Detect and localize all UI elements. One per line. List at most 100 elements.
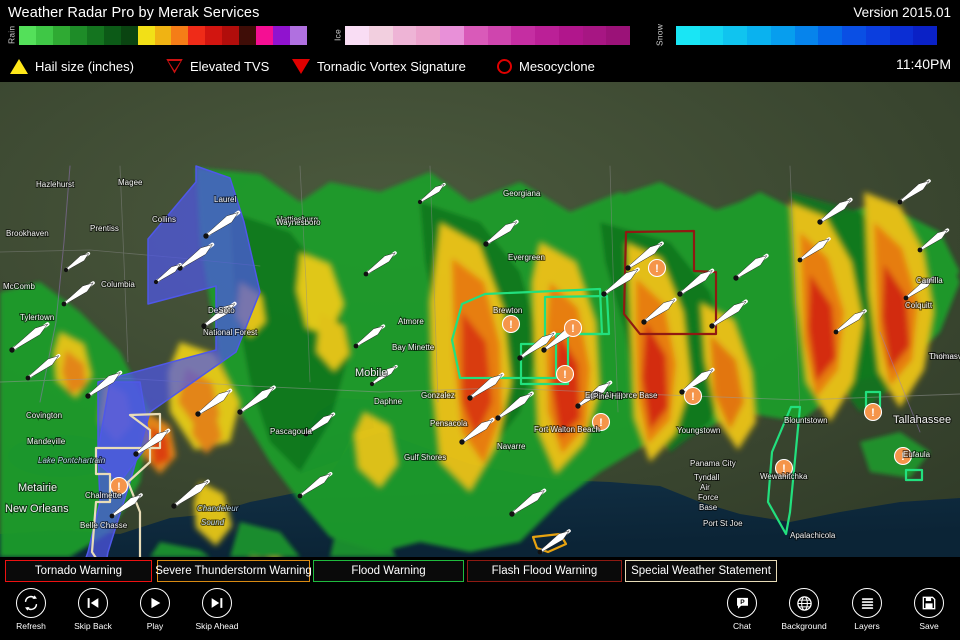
map-city-label: Atmore <box>398 317 424 326</box>
map-city-label: Pascagoula <box>270 427 312 436</box>
color-swatch <box>842 26 866 45</box>
triangle-down-outline-icon <box>166 59 183 74</box>
color-swatch <box>463 26 488 45</box>
play-icon <box>140 588 170 618</box>
svg-text:P: P <box>740 599 745 606</box>
chat-button[interactable]: P Chat <box>713 588 771 638</box>
snow-scale-bar <box>676 26 938 45</box>
flash-flood-warning-button[interactable]: Flash Flood Warning <box>467 560 622 582</box>
color-swatch <box>889 26 914 45</box>
color-swatch <box>794 26 819 45</box>
map-city-label: Pine Hill <box>593 392 623 401</box>
map-city-label: Daphne <box>374 397 403 406</box>
color-swatch <box>699 26 724 45</box>
alert-marker-icon[interactable]: ! <box>647 258 667 278</box>
map-city-label: Metairie <box>18 482 57 494</box>
legend-elevated-tvs-label: Elevated TVS <box>190 58 270 74</box>
map-city-label: National Forest <box>203 328 258 337</box>
snow-color-scale: Snow <box>652 24 954 46</box>
color-swatch <box>913 26 938 45</box>
layers-icon <box>852 588 882 618</box>
save-button[interactable]: Save <box>900 588 958 638</box>
color-swatch <box>239 26 257 45</box>
color-swatch <box>818 26 843 45</box>
map-city-label: Gulf Shores <box>404 453 446 462</box>
alert-marker-icon[interactable]: ! <box>501 314 521 334</box>
special-weather-statement-button[interactable]: Special Weather Statement <box>625 560 777 582</box>
globe-icon <box>789 588 819 618</box>
map-city-label: Brewton <box>493 306 522 315</box>
color-swatch <box>120 26 138 45</box>
map-city-label: Lake Pontchartrain <box>38 456 106 465</box>
skip-ahead-button[interactable]: Skip Ahead <box>188 588 246 638</box>
map-city-label: Panama City <box>690 459 736 468</box>
color-swatch <box>582 26 607 45</box>
map-city-label: Force <box>698 493 719 502</box>
color-swatch <box>440 26 464 45</box>
map-city-label: Youngstown <box>677 426 720 435</box>
radar-map-canvas[interactable]: !!!!!!!!!! Hazlehurst MageeCollinsPrentis… <box>0 82 960 557</box>
refresh-label: Refresh <box>16 621 46 631</box>
map-city-label: Tyndall <box>694 473 720 482</box>
tornado-warning-button[interactable]: Tornado Warning <box>5 560 152 582</box>
header-bar: Weather Radar Pro by Merak Services Vers… <box>0 0 960 82</box>
color-swatch <box>171 26 189 45</box>
map-city-label: Sound <box>201 518 225 527</box>
skip-back-label: Skip Back <box>74 621 112 631</box>
map-city-label: Brookhaven <box>6 229 49 238</box>
color-swatch <box>487 26 512 45</box>
severe-thunderstorm-warning-button[interactable]: Severe Thunderstorm Warning <box>155 560 312 582</box>
refresh-button[interactable]: Refresh <box>2 588 60 638</box>
color-swatch <box>723 26 748 45</box>
color-swatch <box>770 26 795 45</box>
chat-label: Chat <box>733 621 751 631</box>
ice-color-scale: Ice <box>330 24 632 46</box>
alert-marker-icon[interactable]: ! <box>563 318 583 338</box>
color-swatch <box>188 26 206 45</box>
color-swatch <box>676 26 700 45</box>
map-city-label: Base <box>699 503 718 512</box>
map-city-label: Air <box>700 483 710 492</box>
svg-text:!: ! <box>509 319 513 331</box>
legend-elevated-tvs: Elevated TVS <box>166 52 269 80</box>
alert-marker-icon[interactable]: ! <box>683 386 703 406</box>
legend-mesocyclone: Mesocyclone <box>497 52 595 80</box>
map-city-label: Prentiss <box>90 224 119 233</box>
legend-row: Hail size (inches) Elevated TVS Tornadic… <box>0 52 960 80</box>
legend-hail-label: Hail size (inches) <box>35 58 134 74</box>
map-city-label: Georgiana <box>503 189 541 198</box>
triangle-up-icon <box>10 58 28 74</box>
color-swatch <box>558 26 583 45</box>
radar-map[interactable]: !!!!!!!!!! Hazlehurst Magee Collins Prentis… <box>0 82 960 557</box>
legend-mesocyclone-label: Mesocyclone <box>519 58 595 74</box>
skip-back-button[interactable]: Skip Back <box>64 588 122 638</box>
color-swatch <box>256 26 274 45</box>
version-label: Version 2015.01 <box>853 5 951 20</box>
layers-button[interactable]: Layers <box>838 588 896 638</box>
map-city-label: Belle Chasse <box>80 521 128 530</box>
background-button[interactable]: Background <box>775 588 833 638</box>
map-city-label: Evergreen <box>508 253 545 262</box>
color-swatch <box>416 26 440 45</box>
color-swatch <box>345 26 369 45</box>
legend-tvs: Tornadic Vortex Signature <box>292 52 466 80</box>
save-icon <box>914 588 944 618</box>
background-label: Background <box>781 621 827 631</box>
ice-scale-label: Ice <box>332 29 343 41</box>
map-city-label: Navarre <box>497 442 526 451</box>
color-swatch <box>273 26 290 45</box>
alert-marker-icon[interactable]: ! <box>555 364 575 384</box>
map-city-label: Port St Joe <box>703 519 743 528</box>
alert-marker-icon[interactable]: ! <box>863 402 883 422</box>
map-city-label: Wewahitchka <box>760 472 808 481</box>
chat-icon: P <box>727 588 757 618</box>
flood-warning-button[interactable]: Flood Warning <box>313 560 464 582</box>
weather-radar-app: Weather Radar Pro by Merak Services Vers… <box>0 0 960 640</box>
svg-text:!: ! <box>691 391 695 403</box>
map-city-label: Tallahassee <box>893 414 951 426</box>
map-city-label: DeSoto <box>208 306 235 315</box>
skip-back-icon <box>78 588 108 618</box>
map-city-label: New Orleans <box>5 503 69 515</box>
map-city-label: Mandeville <box>27 437 66 446</box>
play-button[interactable]: Play <box>126 588 184 638</box>
